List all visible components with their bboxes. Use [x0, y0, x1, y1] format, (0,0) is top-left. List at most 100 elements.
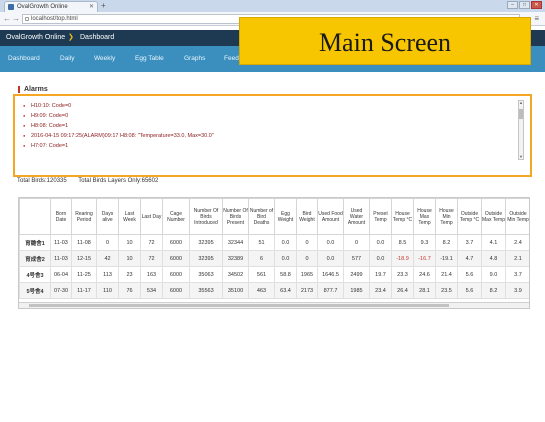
table-cell: 21.4 [435, 266, 458, 283]
table-cell: 6 [248, 250, 275, 267]
nav-item-feed[interactable]: Feed [224, 55, 239, 62]
nav-item-daily[interactable]: Daily [60, 55, 74, 62]
table-row[interactable]: 育成舎2 11-03 12-15 42 10 72 6000 32395 32389 6 0.0 0 0… [19, 250, 529, 267]
browser-tab[interactable]: OvalGrowth Online ✕ [4, 1, 98, 12]
table-cell: 10 [118, 234, 141, 251]
column-header: Number Of Birds Present [222, 198, 249, 235]
table-cell: 6000 [162, 234, 190, 251]
table-row[interactable]: 育雛舎1 11-03 11-08 0 10 72 6000 32395 32344 51 0.0 0 0… [19, 234, 529, 251]
table-cell: 6000 [162, 250, 190, 267]
table-cell: -16.7 [413, 250, 436, 267]
column-header: Egg Weight [274, 198, 297, 235]
table-cell: 11-03 [50, 250, 72, 267]
table-cell: 2499 [343, 266, 370, 283]
close-window-button[interactable]: ✕ [531, 1, 542, 9]
table-cell: 0.0 [274, 234, 297, 251]
nav-item-dashboard[interactable]: Dashboard [8, 55, 40, 62]
table-cell: 35063 [189, 266, 223, 283]
table-cell: 0.0 [317, 234, 344, 251]
table-cell: 32344 [222, 234, 249, 251]
scrollbar-thumb[interactable] [519, 109, 523, 119]
forward-icon[interactable]: → [12, 14, 20, 23]
table-row[interactable]: 5号舎4 07-30 11-17 110 76 534 6000 35563 35100 463 6… [19, 282, 529, 299]
scrollbar-thumb[interactable] [29, 304, 449, 307]
table-cell: 11-03 [50, 234, 72, 251]
banner-text: Main Screen [318, 28, 452, 57]
table-cell: 2173 [296, 282, 318, 299]
table-cell: 10 [118, 250, 141, 267]
table-cell: 11-08 [71, 234, 97, 251]
table-cell: 32395 [189, 250, 223, 267]
table-cell: 34502 [222, 266, 249, 283]
house-name-cell: 5号舎4 [19, 282, 51, 299]
menu-icon[interactable]: ≡ [534, 14, 539, 23]
new-tab-button[interactable]: + [101, 1, 106, 11]
table-cell: 561 [248, 266, 275, 283]
table-cell: 63.4 [274, 282, 297, 299]
breadcrumb[interactable]: Dashboard [80, 34, 114, 41]
table-cell: 5.6 [457, 282, 482, 299]
table-cell: 8.5 [391, 234, 414, 251]
scroll-up-icon[interactable]: ▲ [519, 101, 523, 105]
column-header: Number Of Birds Introduced [189, 198, 223, 235]
table-cell: 0 [343, 234, 370, 251]
column-header: Used Food Amount [317, 198, 344, 235]
table-cell: 0.0 [317, 250, 344, 267]
table-cell: 577 [343, 250, 370, 267]
table-cell: 3.7 [457, 234, 482, 251]
back-icon[interactable]: ← [3, 14, 11, 23]
url-text: localhost/top.html [31, 16, 78, 22]
house-name-cell: 育雛舎1 [19, 234, 51, 251]
tab-title: OvalGrowth Online [17, 4, 68, 10]
table-cell: 42 [96, 250, 119, 267]
column-header: Rearing Period [71, 198, 97, 235]
alarm-item: H8:08: Code=1 [23, 121, 517, 131]
table-cell: 23.3 [391, 266, 414, 283]
table-cell: 0.0 [274, 250, 297, 267]
column-header: House Max Temp [413, 198, 436, 235]
alarm-scrollbar[interactable]: ▲ ▼ [518, 100, 524, 160]
scroll-down-icon[interactable]: ▼ [519, 155, 523, 159]
table-cell: 23 [118, 266, 141, 283]
totals-line: Total Birds:120335 Total Birds Layers On… [17, 178, 168, 184]
table-cell: 72 [140, 250, 163, 267]
table-cell: 8.2 [435, 234, 458, 251]
column-header: House Min Temp [435, 198, 458, 235]
column-header: Born Date [50, 198, 72, 235]
column-header: Outside Min Temp [505, 198, 529, 235]
table-row[interactable]: 4号舎3 06-04 11-25 113 23 163 6000 35063 34502 561 5… [19, 266, 529, 283]
total-birds: Total Birds:120335 [17, 178, 67, 184]
table-cell: 35100 [222, 282, 249, 299]
maximize-button[interactable]: □ [519, 1, 530, 9]
table-cell: 0.0 [369, 250, 392, 267]
table-cell: 4.1 [481, 234, 506, 251]
house-name-cell: 4号舎3 [19, 266, 51, 283]
alarm-list: H10:10: Code=0 H9:09: Code=0 H8:08: Code… [23, 101, 517, 151]
table-body: 育雛舎1 11-03 11-08 0 10 72 6000 32395 32344 51 0.0 0 0… [19, 234, 529, 299]
close-tab-icon[interactable]: ✕ [89, 2, 94, 12]
table-header-row: Born Date Rearing Period Days alive Last We… [19, 198, 529, 235]
table-cell: 110 [96, 282, 119, 299]
column-header: Days alive [96, 198, 119, 235]
column-header: Cage Number [162, 198, 190, 235]
column-header: Used Water Amount [343, 198, 370, 235]
minimize-button[interactable]: – [507, 1, 518, 9]
table-cell: 113 [96, 266, 119, 283]
table-cell: 2.4 [505, 234, 529, 251]
nav-item-egg-table[interactable]: Egg Table [135, 55, 164, 62]
browser-titlebar: OvalGrowth Online ✕ + – □ ✕ [0, 0, 545, 12]
table-cell: 3.7 [505, 266, 529, 283]
alarm-item: 2016-04-15 09:17:25(ALARM)09:17 H8:08: "… [23, 131, 517, 141]
nav-item-weekly[interactable]: Weekly [94, 55, 115, 62]
table-cell: 24.6 [413, 266, 436, 283]
table-cell: 23.5 [435, 282, 458, 299]
table-cell: 19.7 [369, 266, 392, 283]
table-horizontal-scrollbar[interactable] [19, 302, 529, 308]
nav-item-graphs[interactable]: Graphs [184, 55, 205, 62]
main-screen-banner: Main Screen [239, 17, 531, 65]
table-cell: 6000 [162, 282, 190, 299]
browser-window: OvalGrowth Online ✕ + – □ ✕ ← → localhos… [0, 0, 545, 422]
table-cell: 51 [248, 234, 275, 251]
alarm-item: H9:09: Code=0 [23, 111, 517, 121]
total-layers: Total Birds Layers Only:65602 [78, 178, 159, 184]
